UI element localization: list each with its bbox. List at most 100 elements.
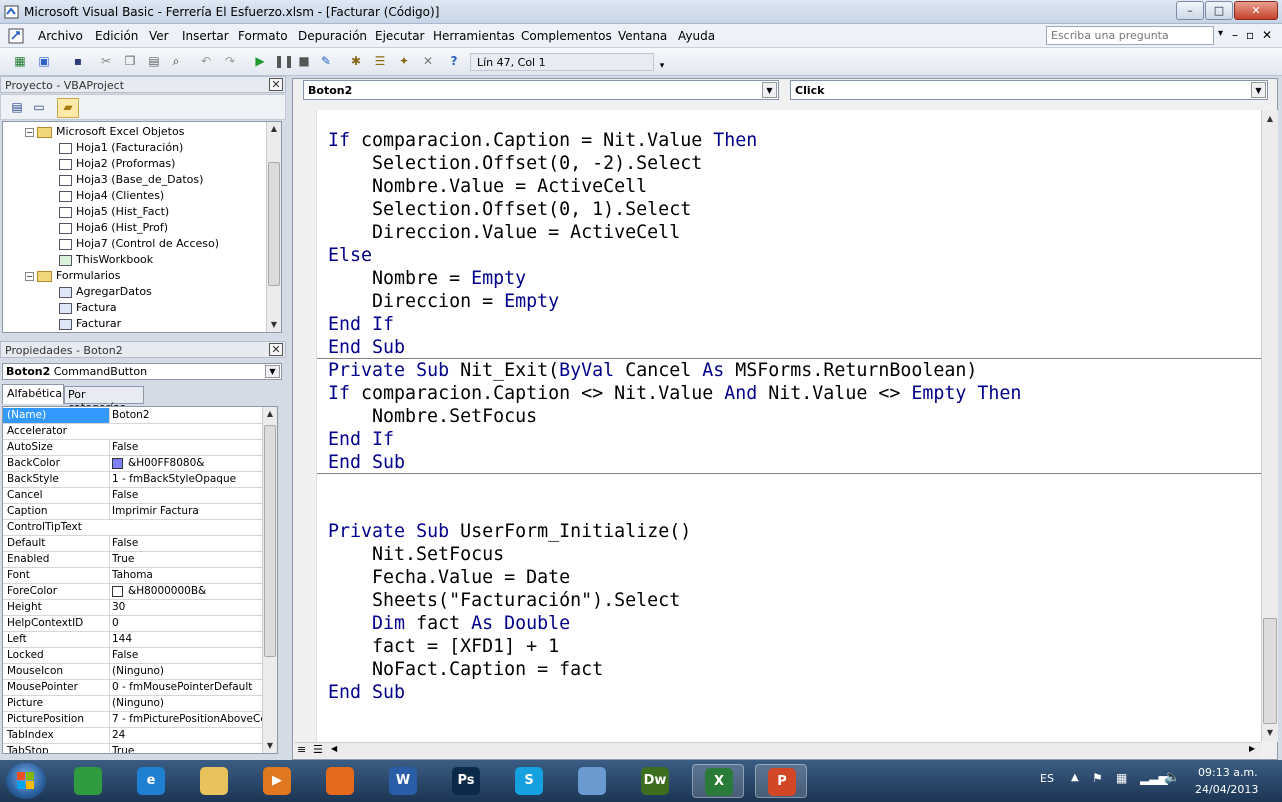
property-row[interactable]: Locked False bbox=[3, 648, 263, 664]
scroll-down-icon[interactable]: ▼ bbox=[1262, 726, 1278, 740]
doc-close-button[interactable]: ✕ bbox=[1262, 28, 1272, 42]
property-value[interactable]: (Ninguno) bbox=[109, 696, 263, 711]
code-editor[interactable]: If comparacion.Caption = Nit.Value Then … bbox=[317, 110, 1261, 742]
redo-icon[interactable]: ↷ bbox=[222, 53, 238, 69]
tree-item[interactable]: Facturar bbox=[59, 316, 121, 332]
code-scroll-thumb[interactable] bbox=[1263, 618, 1277, 724]
tree-item[interactable]: Hoja3 (Base_de_Datos) bbox=[59, 172, 203, 188]
menu-edicion[interactable]: Edición bbox=[95, 29, 138, 43]
property-row[interactable]: Enabled True bbox=[3, 552, 263, 568]
network-icon[interactable]: ▦ bbox=[1116, 771, 1127, 785]
language-indicator[interactable]: ES bbox=[1040, 772, 1054, 785]
reset-icon[interactable]: ■ bbox=[296, 53, 312, 69]
tree-item[interactable]: − Formularios bbox=[25, 268, 121, 284]
menu-ejecutar[interactable]: Ejecutar bbox=[375, 29, 425, 43]
taskbar-word[interactable]: W bbox=[377, 764, 429, 798]
property-value[interactable]: 144 bbox=[109, 632, 263, 647]
start-button[interactable] bbox=[6, 763, 46, 799]
tree-item[interactable]: Hoja5 (Hist_Fact) bbox=[59, 204, 169, 220]
project-tree-scrollbar[interactable]: ▲ ▼ bbox=[266, 122, 281, 332]
procedure-view-icon[interactable]: ≡ bbox=[297, 743, 306, 756]
object-combo-arrow-icon[interactable]: ▼ bbox=[762, 82, 777, 98]
property-row[interactable]: Left 144 bbox=[3, 632, 263, 648]
property-row[interactable]: Caption Imprimir Factura bbox=[3, 504, 263, 520]
taskbar-excel[interactable]: X bbox=[692, 764, 744, 798]
menu-herramientas[interactable]: Herramientas bbox=[433, 29, 515, 43]
property-value[interactable]: Boton2 bbox=[109, 408, 263, 423]
menu-depuracion[interactable]: Depuración bbox=[298, 29, 367, 43]
tree-item[interactable]: AgregarDatos bbox=[59, 284, 152, 300]
menu-complementos[interactable]: Complementos bbox=[521, 29, 612, 43]
scroll-right-icon[interactable]: ▶ bbox=[1249, 744, 1255, 753]
taskbar-explorer[interactable] bbox=[188, 764, 240, 798]
property-row[interactable]: BackStyle 1 - fmBackStyleOpaque bbox=[3, 472, 263, 488]
clock-time[interactable]: 09:13 a.m. bbox=[1198, 766, 1258, 779]
menu-ayuda[interactable]: Ayuda bbox=[678, 29, 715, 43]
scroll-down-icon[interactable]: ▼ bbox=[267, 318, 281, 332]
taskbar-internet-explorer[interactable]: e bbox=[125, 764, 177, 798]
property-value[interactable]: True bbox=[109, 552, 263, 567]
break-icon[interactable]: ❚❚ bbox=[274, 53, 294, 69]
property-value[interactable]: False bbox=[109, 440, 263, 455]
property-value[interactable]: 1 - fmBackStyleOpaque bbox=[109, 472, 263, 487]
tab-por-categorias[interactable]: Por categorías bbox=[64, 386, 144, 414]
taskbar-skype[interactable]: S bbox=[503, 764, 555, 798]
property-row[interactable]: Picture (Ninguno) bbox=[3, 696, 263, 712]
properties-close-icon[interactable]: ✕ bbox=[269, 343, 283, 356]
procedure-combo-arrow-icon[interactable]: ▼ bbox=[1251, 82, 1266, 98]
menu-insertar[interactable]: Insertar bbox=[182, 29, 229, 43]
toolbox-icon[interactable]: ✕ bbox=[420, 53, 436, 69]
property-row[interactable]: MouseIcon (Ninguno) bbox=[3, 664, 263, 680]
property-value[interactable]: False bbox=[109, 488, 263, 503]
undo-icon[interactable]: ↶ bbox=[198, 53, 214, 69]
scroll-left-icon[interactable]: ◀ bbox=[331, 744, 337, 753]
property-value[interactable]: 30 bbox=[109, 600, 263, 615]
property-value[interactable]: 0 bbox=[109, 616, 263, 631]
property-value[interactable]: Tahoma bbox=[109, 568, 263, 583]
property-row[interactable]: ControlTipText bbox=[3, 520, 263, 536]
run-icon[interactable]: ▶ bbox=[252, 53, 268, 69]
property-row[interactable]: AutoSize False bbox=[3, 440, 263, 456]
taskbar-powerpoint[interactable]: P bbox=[755, 764, 807, 798]
taskbar-remote[interactable] bbox=[566, 764, 618, 798]
close-button[interactable]: ✕ bbox=[1234, 1, 1278, 20]
scroll-down-icon[interactable]: ▼ bbox=[263, 739, 277, 753]
menu-formato[interactable]: Formato bbox=[238, 29, 288, 43]
property-row[interactable]: Height 30 bbox=[3, 600, 263, 616]
menu-ventana[interactable]: Ventana bbox=[618, 29, 667, 43]
view-code-icon[interactable]: ▤ bbox=[9, 99, 25, 115]
scroll-up-icon[interactable]: ▲ bbox=[263, 407, 277, 421]
insert-userform-icon[interactable]: ▣ bbox=[36, 53, 52, 69]
properties-window-icon[interactable]: ☰ bbox=[372, 53, 388, 69]
tree-expand-icon[interactable]: − bbox=[25, 271, 34, 281]
tree-item[interactable]: − Microsoft Excel Objetos bbox=[25, 124, 184, 140]
property-row[interactable]: Cancel False bbox=[3, 488, 263, 504]
toggle-folders-icon[interactable]: ▰ bbox=[57, 98, 79, 118]
project-scroll-thumb[interactable] bbox=[268, 162, 280, 286]
property-row[interactable]: HelpContextID 0 bbox=[3, 616, 263, 632]
code-horizontal-scrollbar[interactable]: ≡ ☰ ◀ ▶ bbox=[295, 742, 1261, 758]
find-icon[interactable]: ⌕ bbox=[168, 53, 184, 69]
property-row[interactable]: (Name) Boton2 bbox=[3, 408, 263, 424]
project-close-icon[interactable]: ✕ bbox=[269, 78, 283, 91]
property-row[interactable]: Accelerator bbox=[3, 424, 263, 440]
code-vertical-scrollbar[interactable]: ▲ ▼ bbox=[1261, 110, 1278, 742]
tree-expand-icon[interactable]: − bbox=[25, 127, 34, 137]
property-row[interactable]: BackColor &H00FF8080& bbox=[3, 456, 263, 472]
property-value[interactable]: Imprimir Factura bbox=[109, 504, 263, 519]
cut-icon[interactable]: ✂ bbox=[98, 53, 114, 69]
view-object-icon[interactable]: ▭ bbox=[31, 99, 47, 115]
paste-icon[interactable]: ▤ bbox=[146, 53, 162, 69]
property-value[interactable]: False bbox=[109, 536, 263, 551]
taskbar-firefox[interactable] bbox=[314, 764, 366, 798]
property-value[interactable]: False bbox=[109, 648, 263, 663]
action-center-icon[interactable]: ⚑ bbox=[1092, 771, 1103, 785]
taskbar-dreamweaver[interactable]: Dw bbox=[629, 764, 681, 798]
property-value[interactable]: &H00FF8080& bbox=[109, 456, 263, 471]
tab-alfabetica[interactable]: Alfabética bbox=[2, 384, 64, 404]
procedure-combo[interactable]: Click ▼ bbox=[790, 80, 1268, 100]
property-value[interactable]: 24 bbox=[109, 728, 263, 743]
doc-restore-button[interactable]: ▫ bbox=[1246, 28, 1254, 42]
property-row[interactable]: PicturePosition 7 - fmPicturePositionAbov… bbox=[3, 712, 263, 728]
property-row[interactable]: Font Tahoma bbox=[3, 568, 263, 584]
